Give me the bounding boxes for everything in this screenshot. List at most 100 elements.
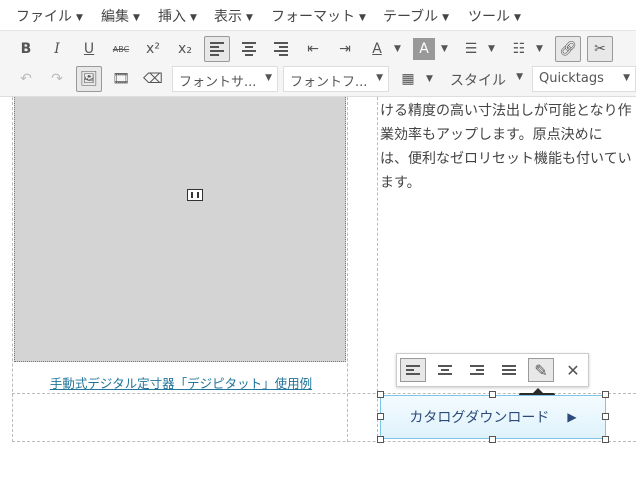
chevron-down-icon: ▼ bbox=[514, 13, 521, 23]
italic-icon: I bbox=[54, 41, 60, 57]
menubar: ファイル ▼ 編集 ▼ 挿入 ▼ 表示 ▼ フォーマット ▼ テーブル ▼ ツール ▼ bbox=[0, 0, 636, 31]
align-left-button[interactable] bbox=[400, 358, 426, 382]
resize-handle[interactable] bbox=[602, 436, 609, 443]
align-none-icon bbox=[502, 363, 516, 377]
menu-view[interactable]: 表示 ▼ bbox=[214, 6, 253, 26]
close-icon: ✕ bbox=[566, 360, 580, 380]
film-icon: 🎞︎ bbox=[112, 71, 130, 87]
align-center-button[interactable] bbox=[236, 36, 262, 62]
bullet-list-icon: ☰ bbox=[464, 41, 478, 57]
redo-button[interactable]: ↷ bbox=[44, 66, 70, 92]
chevron-down-icon[interactable]: ▼ bbox=[536, 44, 543, 54]
image-align-toolbar: ✎ ✕ bbox=[396, 353, 589, 387]
align-center-icon bbox=[242, 40, 256, 58]
image-icon: 🖼︎ bbox=[80, 71, 98, 87]
text-color-button[interactable]: A bbox=[364, 36, 390, 62]
chevron-down-icon: ▼ bbox=[376, 73, 383, 83]
chevron-down-icon: ▼ bbox=[623, 73, 630, 83]
chevron-down-icon: ▼ bbox=[442, 13, 450, 23]
redo-icon: ↷ bbox=[51, 71, 63, 87]
resize-handle[interactable] bbox=[489, 391, 496, 398]
pencil-icon: ✎ bbox=[534, 360, 548, 380]
italic-button[interactable]: I bbox=[44, 36, 70, 62]
superscript-icon: x² bbox=[146, 41, 160, 57]
table-button[interactable]: ▦ bbox=[395, 66, 421, 92]
bold-icon: B bbox=[20, 41, 32, 57]
resize-handle[interactable] bbox=[377, 413, 384, 420]
film-icon bbox=[187, 189, 203, 201]
chevron-down-icon: ▼ bbox=[190, 13, 197, 23]
chevron-down-icon: ▼ bbox=[246, 13, 253, 23]
align-right-icon bbox=[274, 40, 288, 58]
subscript-button[interactable]: x₂ bbox=[172, 36, 198, 62]
resize-handle[interactable] bbox=[377, 391, 384, 398]
edit-button[interactable]: ✎ bbox=[528, 358, 554, 382]
superscript-button[interactable]: x² bbox=[140, 36, 166, 62]
quicktags-select[interactable]: Quicktags ▼ bbox=[532, 66, 636, 92]
align-center-button[interactable] bbox=[432, 358, 458, 382]
menu-tools[interactable]: ツール ▼ bbox=[468, 6, 521, 26]
align-left-icon bbox=[406, 363, 420, 377]
subscript-icon: x₂ bbox=[178, 41, 192, 57]
insert-link-button[interactable]: 🔗︎ bbox=[555, 36, 581, 62]
align-right-button[interactable] bbox=[268, 36, 294, 62]
align-center-icon bbox=[438, 363, 452, 377]
align-right-button[interactable] bbox=[464, 358, 490, 382]
style-select[interactable]: スタイル ▼ bbox=[444, 66, 528, 92]
link-icon: 🔗︎ bbox=[559, 41, 577, 57]
underline-icon: U bbox=[83, 41, 95, 57]
resize-handle[interactable] bbox=[377, 436, 384, 443]
insert-image-button[interactable]: 🖼︎ bbox=[76, 66, 102, 92]
indent-button[interactable]: ⇥ bbox=[332, 36, 358, 62]
menu-file[interactable]: ファイル ▼ bbox=[16, 6, 83, 26]
table-icon: ▦ bbox=[401, 71, 415, 87]
eraser-icon: ⌫ bbox=[143, 71, 163, 87]
outdent-icon: ⇤ bbox=[307, 41, 319, 57]
align-left-button[interactable] bbox=[204, 36, 230, 62]
align-right-icon bbox=[470, 363, 484, 377]
underline-button[interactable]: U bbox=[76, 36, 102, 62]
undo-button[interactable]: ↶ bbox=[13, 66, 39, 92]
text-color-icon: A bbox=[372, 41, 382, 57]
download-button-label: カタログダウンロード bbox=[409, 410, 550, 426]
font-size-select[interactable]: フォントサ... ▼ bbox=[172, 66, 278, 92]
background-color-icon: A bbox=[419, 41, 429, 57]
menu-table[interactable]: テーブル ▼ bbox=[383, 6, 449, 26]
chevron-down-icon: ▼ bbox=[76, 13, 83, 23]
chevron-down-icon: ▼ bbox=[359, 13, 366, 23]
align-left-icon bbox=[210, 40, 224, 58]
font-family-select[interactable]: フォントフ... ▼ bbox=[283, 66, 389, 92]
play-arrow-icon: ▶ bbox=[567, 410, 577, 424]
body-paragraph: ける精度の高い寸法出しが可能となり作 業効率もアップします。原点決めに は、便利… bbox=[380, 103, 632, 191]
background-color-button[interactable]: A bbox=[413, 38, 435, 60]
chevron-down-icon: ▼ bbox=[516, 72, 523, 82]
menu-insert[interactable]: 挿入 ▼ bbox=[158, 6, 197, 26]
table-border bbox=[12, 441, 636, 442]
catalog-download-button[interactable]: カタログダウンロード ▶ bbox=[380, 395, 606, 439]
remove-button[interactable]: ✕ bbox=[560, 358, 586, 382]
menu-format[interactable]: フォーマット ▼ bbox=[271, 6, 366, 26]
resize-handle[interactable] bbox=[489, 436, 496, 443]
bullet-list-button[interactable]: ☰ bbox=[458, 36, 484, 62]
insert-media-button[interactable]: 🎞︎ bbox=[108, 66, 134, 92]
chevron-down-icon: ▼ bbox=[133, 13, 140, 23]
image-placeholder[interactable] bbox=[14, 97, 346, 362]
resize-handle[interactable] bbox=[602, 413, 609, 420]
chevron-down-icon[interactable]: ▼ bbox=[441, 44, 448, 54]
outdent-button[interactable]: ⇤ bbox=[300, 36, 326, 62]
remove-link-button[interactable]: ✂ bbox=[587, 36, 613, 62]
menu-edit[interactable]: 編集 ▼ bbox=[101, 6, 140, 26]
image-caption-link[interactable]: 手動式デジタル定寸器「デジピタット」使用例 bbox=[0, 373, 362, 392]
numbered-list-icon: ☷ bbox=[512, 41, 526, 57]
resize-handle[interactable] bbox=[602, 391, 609, 398]
strikethrough-button[interactable]: ABC bbox=[108, 36, 134, 62]
undo-icon: ↶ bbox=[20, 71, 32, 87]
numbered-list-button[interactable]: ☷ bbox=[506, 36, 532, 62]
clear-formatting-button[interactable]: ⌫ bbox=[140, 66, 166, 92]
align-none-button[interactable] bbox=[496, 358, 522, 382]
chevron-down-icon[interactable]: ▼ bbox=[488, 44, 495, 54]
chevron-down-icon[interactable]: ▼ bbox=[426, 74, 433, 84]
bold-button[interactable]: B bbox=[13, 36, 39, 62]
chevron-down-icon[interactable]: ▼ bbox=[394, 44, 401, 54]
strikethrough-icon: ABC bbox=[112, 44, 130, 54]
